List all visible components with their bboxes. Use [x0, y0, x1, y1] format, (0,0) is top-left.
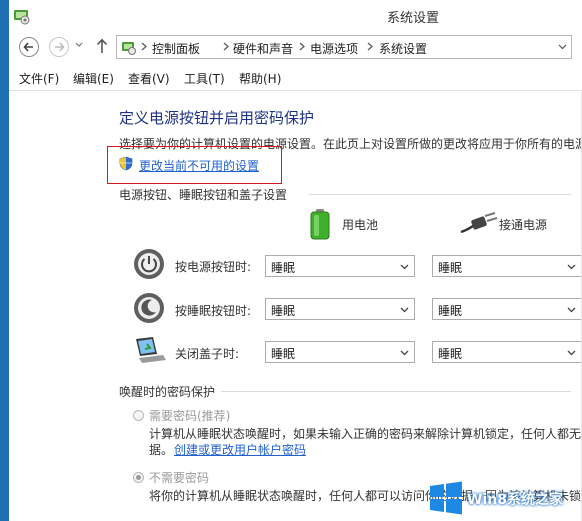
address-bar[interactable]: 控制面板 硬件和声音 电源选项 系统设置	[116, 35, 572, 59]
page-title: 定义电源按钮并启用密码保护	[119, 109, 315, 127]
select-value: 睡眠	[438, 261, 463, 275]
select-value: 睡眠	[438, 347, 463, 361]
menu-help[interactable]: 帮助(H)	[239, 70, 281, 87]
navigation-bar: 控制面板 硬件和声音 电源选项 系统设置	[9, 34, 582, 62]
row-close-lid-label: 关闭盖子时:	[175, 347, 240, 361]
menu-bar: 文件(F) 编辑(E) 查看(V) 工具(T) 帮助(H)	[9, 68, 582, 88]
control-panel-icon	[122, 42, 136, 55]
column-plugged-in: 接通电源	[499, 218, 548, 232]
power-plug-icon	[460, 212, 498, 234]
require-password-label: 需要密码(推荐)	[149, 409, 231, 423]
sleep-button-plugged-select[interactable]: 睡眠	[432, 298, 582, 320]
require-password-radio[interactable]	[133, 410, 144, 421]
power-button-battery-select[interactable]: 睡眠	[265, 255, 415, 277]
row-power-button-label: 按电源按钮时:	[175, 260, 252, 274]
power-button-plugged-select[interactable]: 睡眠	[432, 255, 582, 277]
window: 系统设置 控制面板 硬件和声音 电源选项 系统设置 文件(F) 编辑(E) 查看…	[9, 0, 582, 521]
chevron-down-icon	[400, 350, 409, 356]
arrow-right-icon	[55, 42, 65, 52]
chevron-down-icon	[567, 350, 576, 356]
title-bar: 系统设置	[9, 0, 582, 32]
window-title: 系统设置	[387, 11, 440, 26]
select-value: 睡眠	[438, 304, 463, 318]
address-dropdown-chevron-icon[interactable]	[558, 44, 567, 50]
recent-pages-chevron-icon[interactable]	[75, 42, 83, 48]
battery-icon	[310, 209, 330, 240]
up-arrow-icon[interactable]	[96, 38, 108, 54]
change-unavailable-settings-link[interactable]: 更改当前不可用的设置	[139, 157, 259, 174]
select-value: 睡眠	[271, 304, 296, 318]
menu-view[interactable]: 查看(V)	[128, 70, 170, 87]
chevron-down-icon	[567, 264, 576, 270]
chevron-down-icon	[567, 307, 576, 313]
breadcrumb-separator-icon	[223, 42, 229, 51]
power-button-icon	[134, 249, 164, 279]
menu-file[interactable]: 文件(F)	[19, 70, 59, 87]
laptop-lid-icon	[136, 337, 166, 363]
watermark-text: Win8系统之家	[467, 492, 563, 508]
require-password-description-cont: 据。	[149, 443, 174, 457]
breadcrumb-power-options[interactable]: 电源选项	[310, 40, 358, 57]
sleep-button-battery-select[interactable]: 睡眠	[265, 298, 415, 320]
close-lid-battery-select[interactable]: 睡眠	[265, 341, 415, 363]
breadcrumb-hardware-sound[interactable]: 硬件和声音	[233, 40, 293, 57]
close-lid-plugged-select[interactable]: 睡眠	[432, 341, 582, 363]
sleep-button-icon	[134, 293, 164, 323]
desktop-edge	[0, 0, 9, 521]
chevron-down-icon	[400, 264, 409, 270]
no-password-radio[interactable]	[133, 472, 144, 483]
menu-tools[interactable]: 工具(T)	[184, 70, 225, 87]
back-button[interactable]	[19, 37, 39, 57]
breadcrumb-separator-icon	[367, 42, 373, 51]
watermark: Win8系统之家	[427, 476, 582, 521]
chevron-down-icon	[400, 307, 409, 313]
column-battery: 用电池	[342, 218, 379, 232]
breadcrumb-separator-icon	[141, 42, 147, 51]
windows-logo-icon	[430, 481, 462, 515]
breadcrumb-system-settings[interactable]: 系统设置	[379, 40, 427, 57]
section-password-title: 唤醒时的密码保护	[119, 385, 216, 399]
create-change-password-link[interactable]: 创建或更改用户帐户密码	[174, 441, 306, 458]
uac-shield-icon	[119, 156, 133, 171]
breadcrumb-control-panel[interactable]: 控制面板	[152, 40, 200, 57]
arrow-left-icon	[23, 42, 33, 52]
control-panel-icon	[14, 10, 30, 25]
section-divider	[309, 194, 571, 195]
section-divider	[221, 391, 571, 392]
menu-edit[interactable]: 编辑(E)	[73, 70, 114, 87]
select-value: 睡眠	[271, 347, 296, 361]
menu-divider	[9, 90, 582, 91]
section-power-title: 电源按钮、睡眠按钮和盖子设置	[119, 188, 288, 202]
no-password-label: 不需要密码	[149, 471, 210, 485]
breadcrumb-separator-icon	[299, 42, 305, 51]
select-value: 睡眠	[271, 261, 296, 275]
row-sleep-button-label: 按睡眠按钮时:	[175, 304, 252, 318]
require-password-description: 计算机从睡眠状态唤醒时，如果未输入正确的密码来解除计算机锁定，任何人都无	[149, 427, 582, 441]
forward-button[interactable]	[49, 37, 69, 57]
